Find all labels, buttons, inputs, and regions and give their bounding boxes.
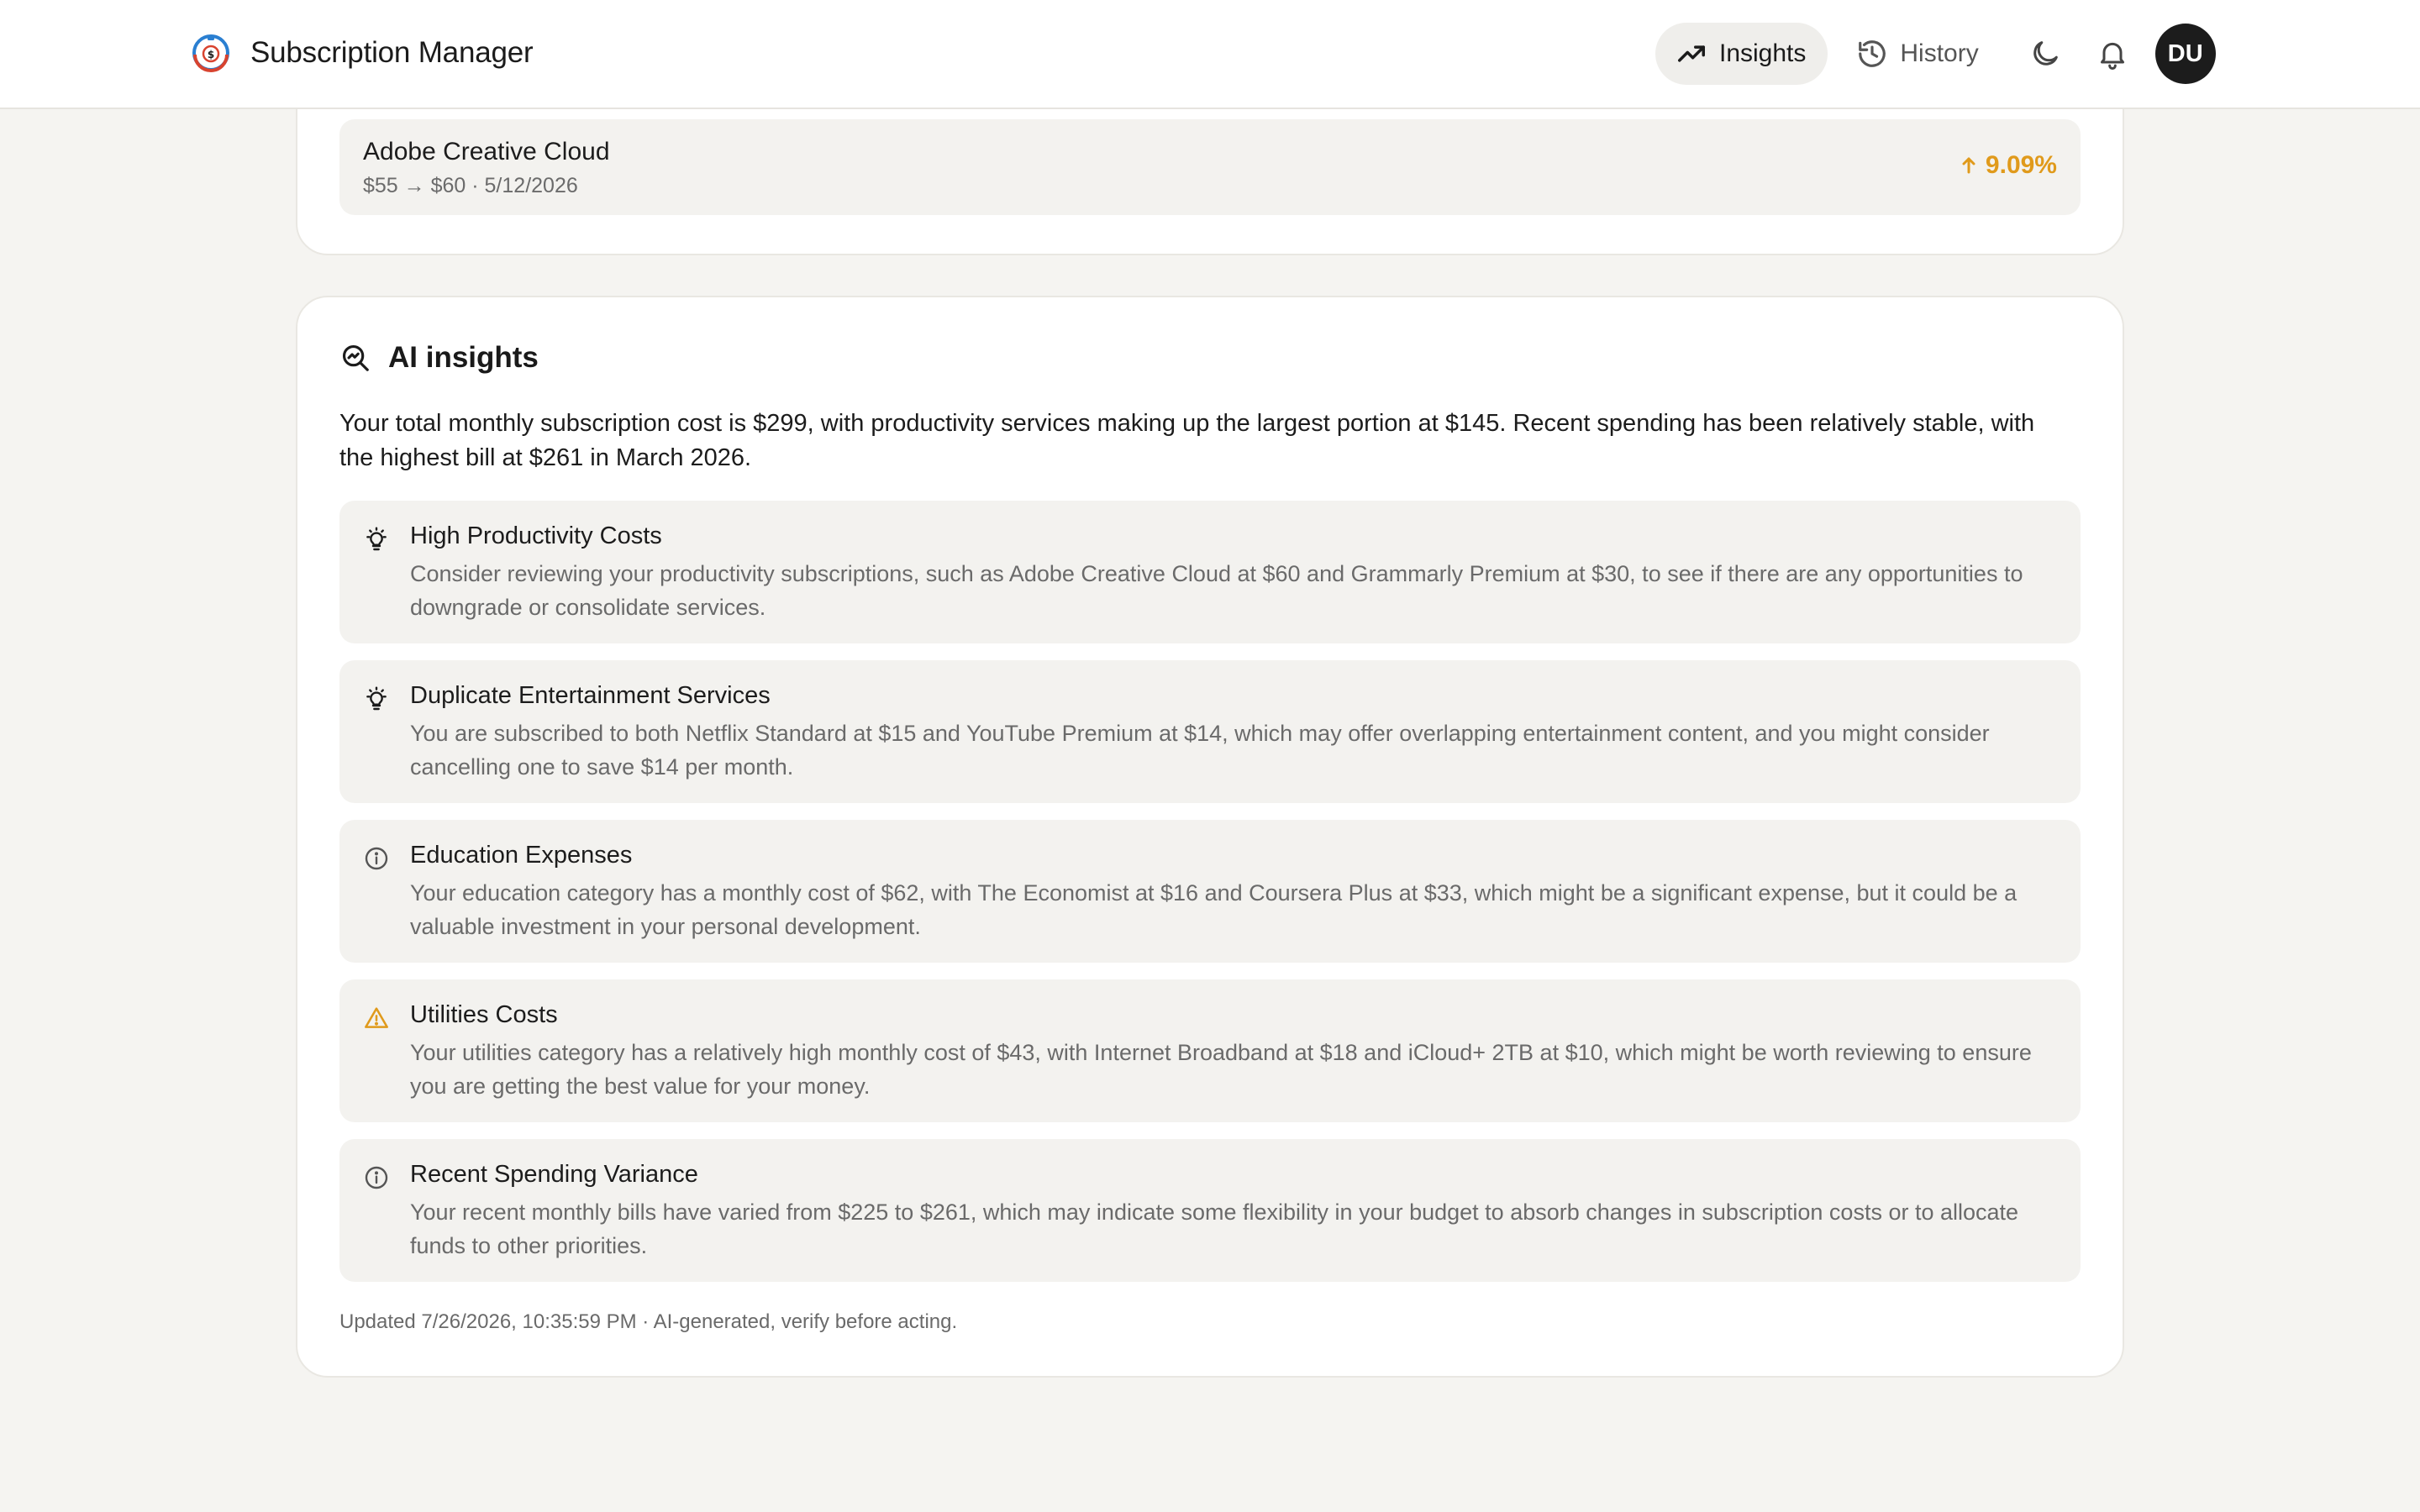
bell-icon [2100, 42, 2124, 70]
price-change-service-name: Adobe Creative Cloud [363, 138, 610, 165]
theme-toggle-button[interactable] [2014, 23, 2076, 85]
app-title: Subscription Manager [250, 36, 534, 69]
ai-insights-footer: Updated 7/26/2026, 10:35:59 PM · AI-gene… [339, 1310, 958, 1333]
ai-insights-title: AI insights [388, 341, 539, 374]
nav-history-label: History [1900, 39, 1979, 67]
user-avatar[interactable]: DU [2154, 24, 2216, 84]
history-icon [1859, 40, 1886, 67]
notifications-button[interactable] [2081, 23, 2144, 85]
insight-item: Duplicate Entertainment Services You are… [339, 660, 2081, 803]
insight-title: Utilities Costs [410, 1001, 558, 1028]
price-change-percent: 9.09% [1959, 151, 2057, 180]
insight-description: You are subscribed to both Netflix Stand… [410, 721, 1990, 780]
insight-title: Education Expenses [410, 842, 633, 869]
ai-insights-summary: Your total monthly subscription cost is … [339, 410, 2035, 471]
price-change-value: 9.09% [1985, 151, 2057, 179]
avatar-initials: DU [2167, 39, 2203, 67]
insight-title: High Productivity Costs [410, 522, 662, 549]
insight-item: Recent Spending Variance Your recent mon… [339, 1139, 2081, 1282]
app-logo-icon: $ [192, 34, 229, 72]
nav-history-button[interactable]: History [1836, 23, 2000, 85]
insight-item: Education Expenses Your education catego… [339, 820, 2081, 963]
insight-description: Your recent monthly bills have varied fr… [410, 1200, 2019, 1258]
nav-insights-label: Insights [1719, 39, 1807, 67]
lightbulb-icon [366, 686, 387, 711]
insight-title: Recent Spending Variance [410, 1161, 698, 1188]
top-nav: Insights History DU [1655, 23, 2216, 85]
info-icon [365, 1166, 388, 1189]
svg-text:$: $ [208, 49, 214, 60]
trending-up-icon [1678, 45, 1705, 62]
insight-item: High Productivity Costs Consider reviewi… [339, 501, 2081, 643]
insight-title: Duplicate Entertainment Services [410, 682, 771, 709]
insight-description: Consider reviewing your productivity sub… [410, 561, 2023, 620]
warning-icon [365, 1007, 388, 1028]
brand[interactable]: $ Subscription Manager [190, 32, 534, 74]
app-header: $ Subscription Manager Insights History [0, 0, 2420, 109]
ai-insights-card: AI insights Your total monthly subscript… [296, 296, 2124, 1378]
lightbulb-icon [366, 527, 387, 551]
ai-insights-list: High Productivity Costs Consider reviewi… [339, 501, 2081, 1299]
insight-item: Utilities Costs Your utilities category … [339, 979, 2081, 1122]
info-icon [365, 847, 388, 870]
insight-description: Your utilities category has a relatively… [410, 1040, 2032, 1099]
price-change-detail: $55 → $60 · 5/12/2026 [363, 174, 578, 197]
search-insights-icon [342, 344, 369, 371]
insight-description: Your education category has a monthly co… [410, 880, 2018, 939]
arrow-up-icon [1962, 157, 1975, 174]
moon-icon [2033, 41, 2058, 66]
price-change-row: Adobe Creative Cloud $55 → $60 · 5/12/20… [339, 119, 2081, 215]
nav-insights-button[interactable]: Insights [1655, 23, 1828, 85]
ai-insights-header: AI insights [339, 341, 539, 375]
